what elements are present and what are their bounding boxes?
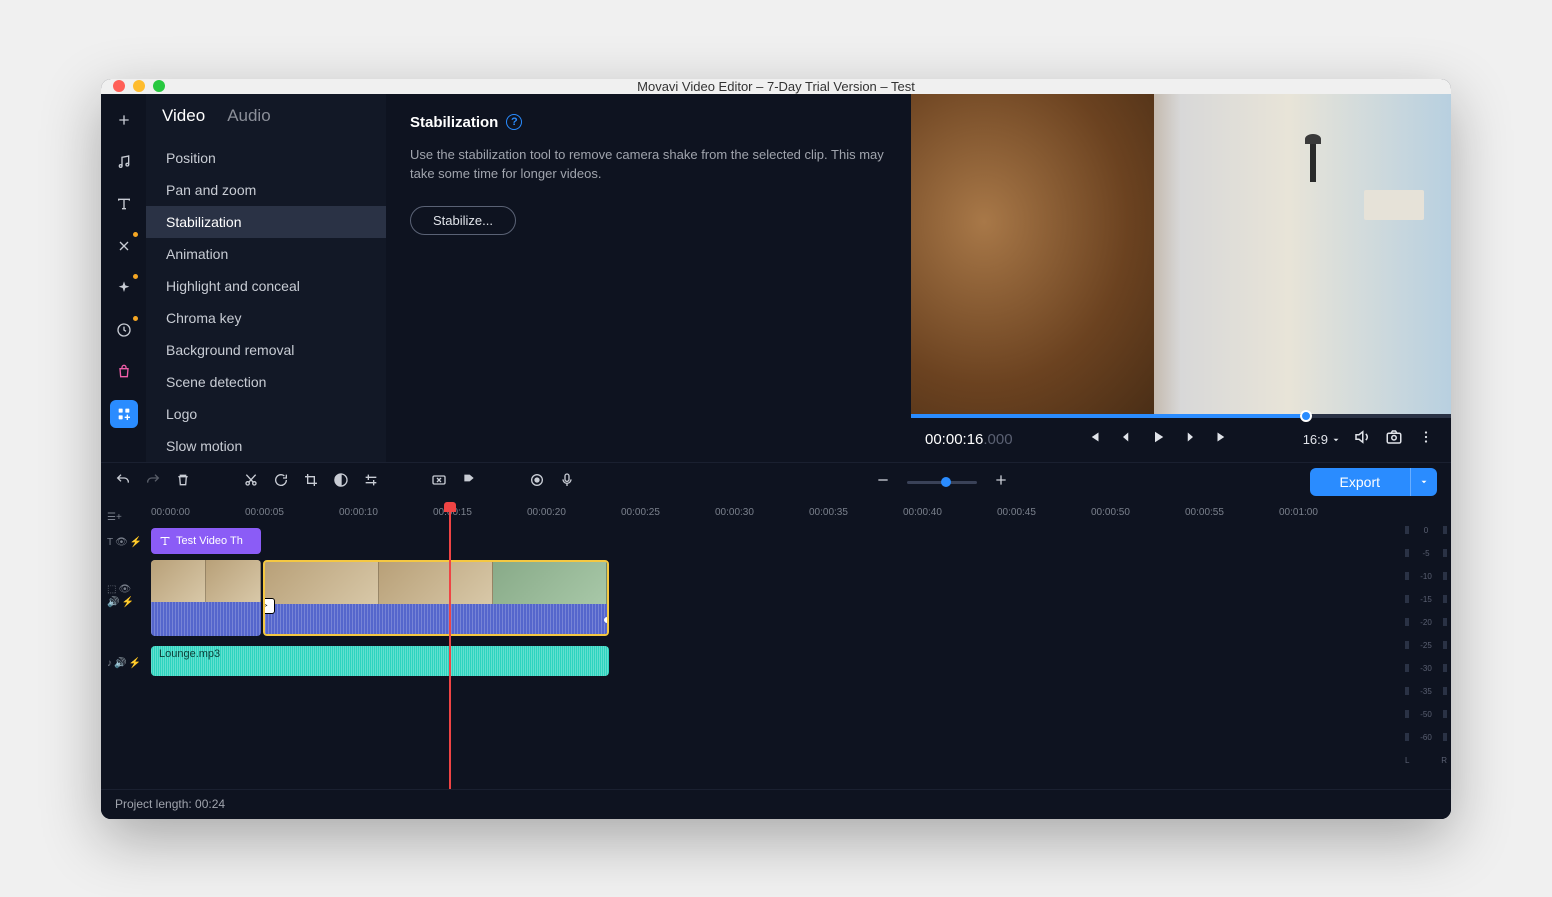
preview-scrubber[interactable] (911, 414, 1451, 418)
title-track[interactable]: Test Video Th (151, 528, 1401, 554)
record-video-icon[interactable] (529, 472, 545, 493)
transitions-icon[interactable] (110, 232, 138, 260)
project-length: Project length: 00:24 (115, 797, 225, 811)
prev-clip-icon[interactable] (1083, 426, 1105, 453)
step-back-icon[interactable] (1115, 426, 1137, 453)
crop-icon[interactable] (303, 472, 319, 493)
sidebar-item-position[interactable]: Position (146, 142, 386, 174)
timecode: 00:00:16.000 (925, 431, 1013, 448)
sidebar-item-animation[interactable]: Animation (146, 238, 386, 270)
export-dropdown[interactable] (1410, 468, 1437, 496)
content-panel: Stabilization ? Use the stabilization to… (386, 94, 911, 462)
content-description: Use the stabilization tool to remove cam… (410, 145, 887, 184)
text-icon[interactable] (110, 190, 138, 218)
playhead[interactable] (449, 502, 451, 789)
help-icon[interactable]: ? (506, 114, 522, 130)
timeline-toolbar: Export (101, 462, 1451, 502)
tab-audio[interactable]: Audio (227, 106, 270, 126)
snapshot-icon[interactable] (1383, 426, 1405, 453)
effects-icon[interactable] (110, 274, 138, 302)
video-track[interactable]: ▹ (151, 560, 1401, 636)
timeline: ☰+ T👁⚡ ⬚👁🔊⚡ ♪🔊⚡ 00:00:0000:00:0500:00:10… (101, 502, 1451, 789)
next-clip-icon[interactable] (1211, 426, 1233, 453)
sidebar-item-slow-motion[interactable]: Slow motion (146, 430, 386, 462)
sidebar-item-pan-zoom[interactable]: Pan and zoom (146, 174, 386, 206)
sidebar-item-bg-removal[interactable]: Background removal (146, 334, 386, 366)
audio-meters: 0 -5 -10 -15 -20 -25 -30 -35 -50 -60 LR (1401, 502, 1451, 789)
zoom-slider[interactable] (907, 481, 977, 484)
side-panel: Video Audio Position Pan and zoom Stabil… (146, 94, 386, 462)
more-tools-icon[interactable] (110, 400, 138, 428)
clock-icon[interactable] (110, 316, 138, 344)
audio-track[interactable]: Lounge.mp3 (151, 646, 1401, 676)
volume-handle[interactable] (603, 616, 609, 624)
music-icon[interactable] (110, 148, 138, 176)
mic-icon[interactable] (559, 472, 575, 493)
zoom-in-icon[interactable] (993, 472, 1009, 493)
aspect-ratio-dropdown[interactable]: 16:9 (1303, 432, 1341, 447)
sidebar-item-logo[interactable]: Logo (146, 398, 386, 430)
window-title: Movavi Video Editor – 7-Day Trial Versio… (101, 79, 1451, 94)
sidebar-item-highlight[interactable]: Highlight and conceal (146, 270, 386, 302)
stabilize-button[interactable]: Stabilize... (410, 206, 516, 235)
redo-icon[interactable] (145, 472, 161, 493)
zoom-out-icon[interactable] (875, 472, 891, 493)
color-icon[interactable] (333, 472, 349, 493)
volume-icon[interactable] (1351, 426, 1373, 453)
sliders-icon[interactable] (363, 472, 379, 493)
preview-video[interactable] (911, 94, 1451, 414)
tab-video[interactable]: Video (162, 106, 205, 126)
more-icon[interactable] (1415, 426, 1437, 453)
export-button[interactable]: Export (1310, 468, 1410, 496)
cut-icon[interactable] (243, 472, 259, 493)
undo-icon[interactable] (115, 472, 131, 493)
sidebar-item-scene-detection[interactable]: Scene detection (146, 366, 386, 398)
content-title: Stabilization (410, 114, 498, 131)
track-headers: ☰+ T👁⚡ ⬚👁🔊⚡ ♪🔊⚡ (101, 502, 151, 789)
tool-rail (101, 94, 146, 462)
sidebar-item-chroma[interactable]: Chroma key (146, 302, 386, 334)
video-clip-2[interactable]: ▹ (263, 560, 609, 636)
tool-list: Position Pan and zoom Stabilization Anim… (146, 138, 386, 462)
transition-handle[interactable]: ▹ (263, 598, 275, 614)
add-track-icon[interactable]: ☰+ (107, 512, 122, 523)
time-ruler[interactable]: 00:00:0000:00:0500:00:10 00:00:1500:00:2… (151, 502, 1401, 524)
delete-icon[interactable] (175, 472, 191, 493)
add-media-icon[interactable] (110, 106, 138, 134)
sidebar-item-stabilization[interactable]: Stabilization (146, 206, 386, 238)
titlebar: Movavi Video Editor – 7-Day Trial Versio… (101, 79, 1451, 94)
store-icon[interactable] (110, 358, 138, 386)
video-clip-1[interactable] (151, 560, 261, 636)
rotate-icon[interactable] (273, 472, 289, 493)
transition-icon[interactable] (431, 472, 447, 493)
step-fwd-icon[interactable] (1179, 426, 1201, 453)
marker-icon[interactable] (461, 472, 477, 493)
status-bar: Project length: 00:24 (101, 789, 1451, 819)
play-icon[interactable] (1147, 426, 1169, 453)
preview-panel: 00:00:16.000 16:9 (911, 94, 1451, 462)
audio-clip[interactable]: Lounge.mp3 (151, 646, 609, 676)
title-clip[interactable]: Test Video Th (151, 528, 261, 554)
